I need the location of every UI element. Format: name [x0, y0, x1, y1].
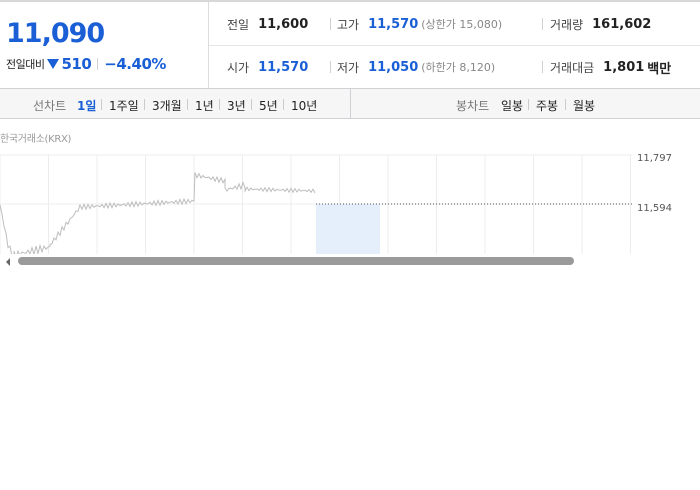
- tab-1year[interactable]: 1년: [195, 97, 214, 114]
- chart-tabs: 선차트 1일 1주일 3개월 1년 3년 5년 10년 봉차트 일봉 주봉 월봉: [0, 88, 700, 119]
- amount-unit: 백만: [647, 61, 672, 77]
- candle-chart-label: 봉차트: [456, 99, 490, 113]
- divider: [101, 99, 102, 110]
- tab-5year[interactable]: 5년: [259, 97, 278, 114]
- low-cell: 저가 11,050 (하한가 8,120): [337, 57, 495, 77]
- amount-cell: 거래대금 1,801 백만: [550, 57, 671, 77]
- divider: [542, 18, 543, 30]
- lower-limit: (하한가 8,120): [421, 61, 496, 74]
- tab-group-divider: [350, 89, 351, 119]
- divider: [144, 99, 145, 110]
- high-label: 고가: [337, 17, 360, 32]
- tab-3year[interactable]: 3년: [227, 97, 246, 114]
- current-price-box: 11,090 전일대비 510 −4.40%: [0, 2, 209, 88]
- prev-close-label: 전일: [227, 17, 250, 32]
- tab-1week[interactable]: 1주일: [109, 97, 139, 114]
- y-tick-label: 11,797: [637, 153, 672, 164]
- volume-label: 거래량: [550, 17, 584, 32]
- change-percent: −4.40%: [104, 55, 166, 73]
- quote-panel: 11,090 전일대비 510 −4.40% 전일 11,600 고가 11,5…: [0, 0, 700, 88]
- change-amount: 510: [61, 55, 92, 73]
- high-value: 11,570: [368, 16, 419, 32]
- divider: [565, 99, 566, 110]
- divider: [97, 58, 99, 70]
- divider: [251, 99, 252, 110]
- line-chart-label: 선차트: [33, 99, 67, 113]
- tab-1day[interactable]: 1일: [77, 97, 96, 114]
- price-summary: 전일 11,600 고가 11,570 (상한가 15,080) 거래량 161…: [209, 2, 700, 88]
- price-line: [0, 172, 316, 260]
- volume-cell: 거래량 161,602: [550, 14, 651, 34]
- y-tick-label: 11,594: [637, 203, 672, 214]
- prev-close-cell: 전일 11,600: [227, 14, 308, 34]
- divider: [330, 61, 331, 73]
- data-source-label: 한국거래소(KRX): [0, 134, 72, 145]
- amount-label: 거래대금: [550, 60, 595, 75]
- low-label: 저가: [337, 60, 360, 75]
- tab-daily-candle[interactable]: 일봉: [501, 97, 523, 114]
- open-label: 시가: [227, 60, 250, 75]
- upper-limit: (상한가 15,080): [421, 18, 503, 31]
- scrollbar-thumb[interactable]: [18, 257, 574, 265]
- tab-monthly-candle[interactable]: 월봉: [573, 97, 595, 114]
- volume-value: 161,602: [592, 16, 652, 32]
- row-divider: [209, 45, 700, 46]
- open-cell: 시가 11,570: [227, 57, 308, 77]
- intraday-chart: 11,797 11,594: [0, 153, 700, 270]
- tab-weekly-candle[interactable]: 주봉: [536, 97, 558, 114]
- divider: [219, 99, 220, 110]
- divider: [330, 18, 331, 30]
- high-cell: 고가 11,570 (상한가 15,080): [337, 14, 502, 34]
- selection-region: [316, 204, 380, 254]
- divider: [528, 99, 529, 110]
- change-label: 전일대비: [6, 58, 45, 71]
- down-triangle-icon: [47, 59, 60, 69]
- low-value: 11,050: [368, 59, 419, 75]
- current-price: 11,090: [6, 18, 105, 49]
- tab-3month[interactable]: 3개월: [152, 97, 182, 114]
- change-row: 전일대비 510 −4.40%: [6, 55, 166, 73]
- divider: [542, 61, 543, 73]
- amount-value: 1,801: [603, 59, 645, 75]
- divider: [283, 99, 284, 110]
- divider: [187, 99, 188, 110]
- tab-10year[interactable]: 10년: [291, 97, 317, 114]
- prev-close-value: 11,600: [258, 16, 309, 32]
- open-value: 11,570: [258, 59, 309, 75]
